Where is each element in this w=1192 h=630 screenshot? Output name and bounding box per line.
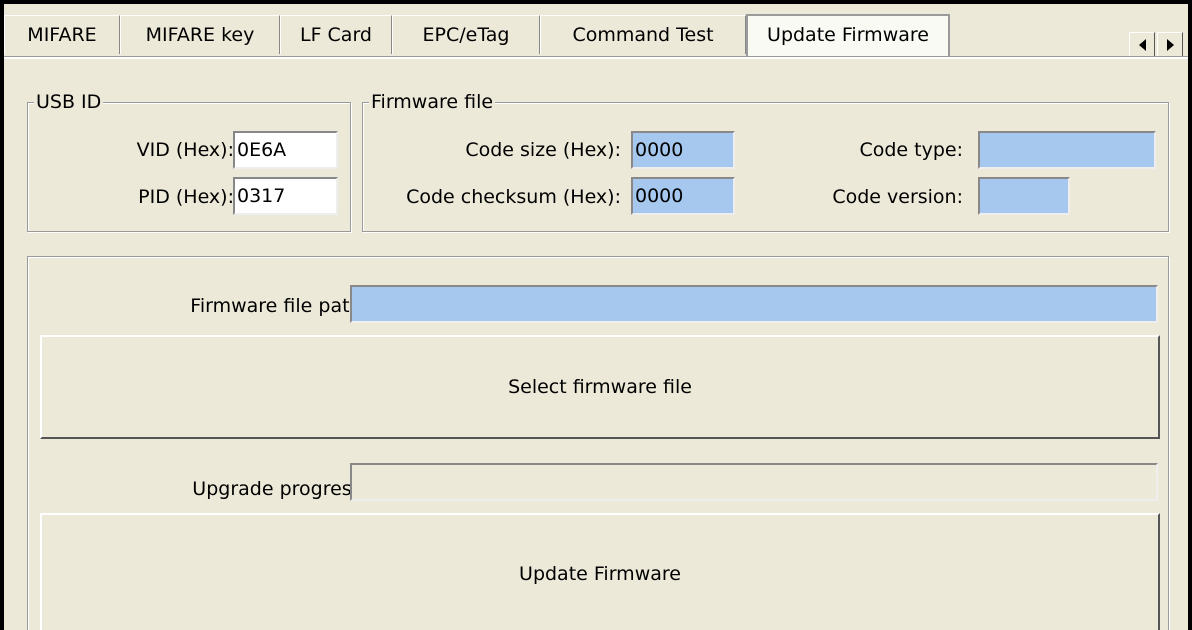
window-border-left xyxy=(0,0,4,630)
vid-input[interactable]: 0E6A xyxy=(233,131,338,169)
firmware-path-field xyxy=(350,285,1158,323)
code-size-label: Code size (Hex): xyxy=(465,139,621,161)
tab-page-border xyxy=(4,56,1188,59)
upgrade-progress-bar xyxy=(350,463,1158,501)
code-type-label: Code type: xyxy=(859,139,963,161)
tab-strip: MIFARE MIFARE key LF Card EPC/eTag Comma… xyxy=(4,4,1188,58)
code-checksum-field: 0000 xyxy=(631,177,735,215)
tab-update-firmware[interactable]: Update Firmware xyxy=(746,14,950,56)
pid-input[interactable]: 0317 xyxy=(233,177,338,215)
tab-scroll-left-button[interactable] xyxy=(1129,32,1155,58)
window-border-right xyxy=(1188,0,1192,630)
tab-mifare[interactable]: MIFARE xyxy=(4,15,120,54)
pid-label: PID (Hex): xyxy=(138,186,234,208)
update-panel: Firmware file path: Select firmware file… xyxy=(27,256,1169,630)
firmware-file-group: Firmware file Code size (Hex): 0000 Code… xyxy=(362,91,1169,232)
usb-id-group: USB ID VID (Hex): 0E6A PID (Hex): 0317 xyxy=(27,91,351,232)
tab-epc-etag[interactable]: EPC/eTag xyxy=(392,15,540,54)
code-checksum-label: Code checksum (Hex): xyxy=(406,186,621,208)
tab-command-test[interactable]: Command Test xyxy=(540,15,746,54)
triangle-left-icon xyxy=(1138,39,1146,51)
code-version-field xyxy=(978,177,1070,215)
tab-mifare-key[interactable]: MIFARE key xyxy=(120,15,280,54)
firmware-update-window: MIFARE MIFARE key LF Card EPC/eTag Comma… xyxy=(0,0,1192,630)
code-type-field xyxy=(978,131,1156,169)
vid-label: VID (Hex): xyxy=(136,139,234,161)
triangle-right-icon xyxy=(1166,39,1174,51)
code-version-label: Code version: xyxy=(832,186,963,208)
code-size-field: 0000 xyxy=(631,131,735,169)
upgrade-progress-label: Upgrade progress: xyxy=(192,478,368,500)
firmware-path-label: Firmware file path: xyxy=(190,295,368,317)
tab-scroll-right-button[interactable] xyxy=(1157,32,1183,58)
tab-lf-card[interactable]: LF Card xyxy=(280,15,392,54)
tab-scroll-buttons xyxy=(1129,32,1183,58)
select-firmware-file-button[interactable]: Select firmware file xyxy=(40,335,1160,439)
usb-id-legend: USB ID xyxy=(34,91,104,113)
firmware-file-legend: Firmware file xyxy=(369,91,496,113)
update-firmware-button[interactable]: Update Firmware xyxy=(40,513,1160,630)
